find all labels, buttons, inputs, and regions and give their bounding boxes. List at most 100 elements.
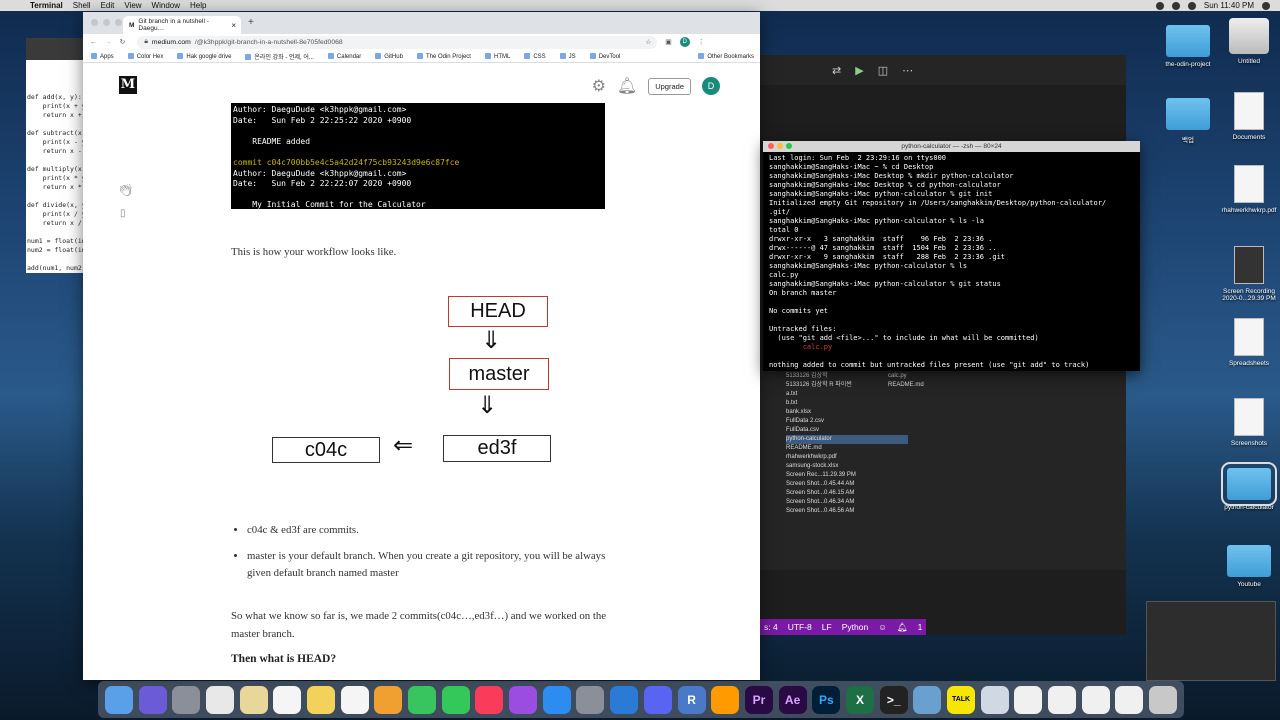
dock-r-icon[interactable]: R [677,685,706,714]
volume-icon[interactable] [1187,1,1196,10]
dock-rstudio-icon[interactable] [913,685,942,714]
feedback-icon[interactable]: ☺ [878,622,887,632]
terminal-window[interactable]: python-calculator — -zsh — 80×24 Last lo… [763,141,1140,371]
desktop-folder-backup[interactable]: 백업 [1153,98,1223,144]
other-bookmarks[interactable]: Other Bookmarks [698,53,754,60]
finder-item[interactable]: FullData 2.csv [786,417,908,426]
bookmark-js[interactable]: JS [560,53,576,60]
dock-music-icon[interactable] [475,685,504,714]
upgrade-button[interactable]: Upgrade [648,77,691,95]
profile-icon[interactable]: D [679,37,690,47]
desktop-file-screen-recording[interactable]: Screen Recording 2020-0...29.39 PM [1214,246,1280,302]
tab-medium-article[interactable]: M Git branch in a nutshell - Daegu… × [123,16,241,34]
dock-pr-icon[interactable]: Pr [744,685,773,714]
bookmark-odin-project[interactable]: The Odin Project [417,53,471,60]
new-tab-icon[interactable]: + [248,17,254,28]
dock-ps-icon[interactable]: Ps [812,685,841,714]
dock-finder-icon[interactable] [104,685,133,714]
finder-column-desktop[interactable]: 5133126 김상학 5133126 김상학 R 파이썬 a.txt b.txt ba… [786,372,908,516]
dock-notes-icon[interactable] [239,685,268,714]
minimize-button[interactable] [777,143,783,149]
finder-item[interactable]: rhahwerkhwkrp.pdf [786,453,908,462]
bookmark-github[interactable]: GitHub [375,53,403,60]
status-eol[interactable]: LF [822,622,832,632]
dock-pages-icon[interactable] [1014,685,1043,714]
reload-icon[interactable]: ↻ [120,38,126,46]
menu-shell[interactable]: Shell [73,1,91,10]
dock-discord-icon[interactable] [643,685,672,714]
bookmark-html[interactable]: HTML [485,53,510,60]
dock-ai-icon[interactable]: Ai [711,685,740,714]
zoom-button[interactable] [115,19,122,26]
extension-icon[interactable]: ▣ [665,38,671,46]
bookmark-google-drive[interactable]: Hak google drive [177,53,231,60]
finder-item[interactable]: README.md [888,381,988,390]
finder-item[interactable]: FullData.csv [786,426,908,435]
more-icon[interactable]: ⋯ [902,64,913,77]
close-button[interactable] [91,19,98,26]
menu-edit[interactable]: Edit [101,1,115,10]
status-spaces[interactable]: s: 4 [764,622,778,632]
address-bar[interactable]: 🔒︎ medium.com/@k3hppk/git-branch-in-a-nu… [137,35,658,49]
split-editor-icon[interactable]: ◫ [878,64,888,77]
background-code-window[interactable]: def add(x, y): print(x + y return x + de… [26,38,84,273]
bookmark-color-hex[interactable]: Color Hex [128,53,164,60]
menu-clock[interactable]: Sun 11:40 PM [1204,1,1254,10]
notification-icon[interactable]: 🔔︎ [897,622,908,633]
finder-item[interactable]: samsung-stock.xlsx [786,462,908,471]
desktop-file-pdf[interactable]: rhahwerkhwkrp.pdf [1214,165,1280,214]
dock-siri-icon[interactable] [138,685,167,714]
dock-docs3-icon[interactable] [1115,685,1144,714]
menu-app-terminal[interactable]: Terminal [30,1,63,10]
wifi-icon[interactable] [1171,1,1180,10]
compare-icon[interactable]: ⇄ [832,64,841,77]
desktop-folder-python-calculator[interactable]: python-calculator [1214,462,1280,511]
star-icon[interactable]: ☆ [645,38,651,46]
spotlight-icon[interactable] [1262,1,1270,10]
desktop-folder-screenshots[interactable]: Screenshots [1214,398,1280,447]
finder-item[interactable]: a.txt [786,390,908,399]
dock-launchpad-icon[interactable] [172,685,201,714]
dock-ae-icon[interactable]: Ae [778,685,807,714]
bookmark-calendar[interactable]: Calendar [328,53,361,60]
status-language[interactable]: Python [842,622,868,632]
bookmark-online-course[interactable]: 온라인 강좌 - 언제, 어... [245,52,314,61]
finder-item[interactable]: python-calculator [786,435,908,444]
dock-reminders-icon[interactable] [340,685,369,714]
dock-photos-icon[interactable] [374,685,403,714]
dock-vs-code-icon[interactable] [610,685,639,714]
finder-item[interactable]: README.md [786,444,908,453]
finder-item[interactable]: Screen Shot...0.46.15 AM [786,489,908,498]
bookmark-devtool[interactable]: DevTool [590,53,621,60]
finder-item[interactable]: Screen Rec...11.29.39 PM [786,471,908,480]
user-avatar[interactable]: D [702,77,720,95]
dock-docs2-icon[interactable] [1081,685,1110,714]
clap-icon[interactable]: 👏︎ [118,183,133,197]
dock-podcasts-icon[interactable] [509,685,538,714]
menu-view[interactable]: View [124,1,141,10]
menu-window[interactable]: Window [152,1,180,10]
desktop-folder-youtube[interactable]: Youtube [1214,545,1280,588]
chrome-window[interactable]: M Git branch in a nutshell - Daegu… × + … [83,12,760,680]
desktop-folder-the-odin-project[interactable]: the-odin-project [1153,25,1223,68]
screen-recording-thumbnail[interactable] [1146,601,1276,681]
bookmark-css[interactable]: CSS [524,53,545,60]
dock-chrome-icon[interactable] [205,685,234,714]
dock-facetime-icon[interactable] [441,685,470,714]
dock-preview-icon[interactable] [980,685,1009,714]
run-icon[interactable]: ▶ [855,64,863,77]
medium-logo[interactable]: M [119,76,137,94]
bookmark-icon[interactable]: ▯ [120,208,126,219]
dock-calendar-icon[interactable] [273,685,302,714]
desktop-folder-spreadsheets[interactable]: Spreadsheets [1214,318,1280,367]
dock-excel-icon[interactable]: X [845,685,874,714]
minimize-button[interactable] [103,19,110,26]
menu-help[interactable]: Help [190,1,206,10]
forward-icon[interactable]: → [105,39,112,46]
record-status-icon[interactable] [1155,1,1164,10]
settings-icon[interactable]: ⚙ [592,76,606,96]
finder-column-python-calculator[interactable]: calc.py README.md [888,372,988,390]
finder-item[interactable]: Screen Shot...0.46.56 AM [786,507,908,516]
finder-item[interactable]: b.txt [786,399,908,408]
dock-docs-icon[interactable] [1048,685,1077,714]
